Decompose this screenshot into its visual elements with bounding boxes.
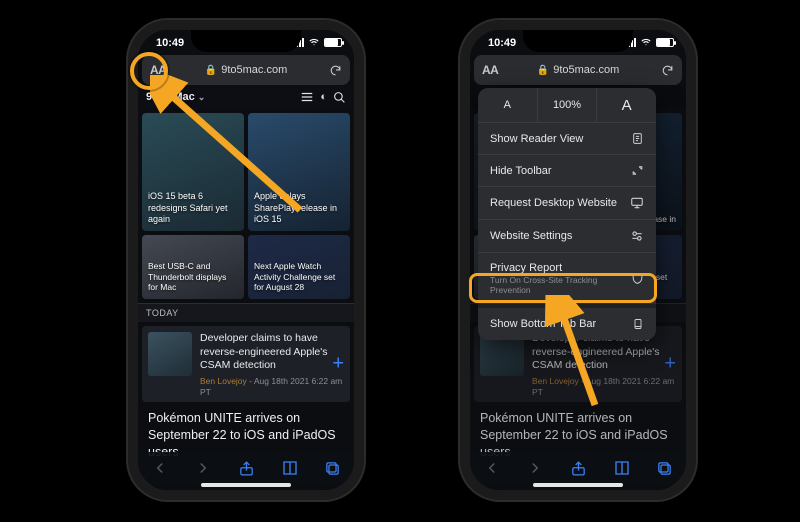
notch (191, 30, 301, 52)
reload-icon[interactable] (329, 64, 342, 77)
address-domain: 9to5mac.com (553, 64, 619, 76)
featured-tile[interactable]: Next Apple Watch Activity Challenge set … (248, 235, 350, 299)
site-logo[interactable]: 9TO5Mac ⌄ (146, 91, 205, 103)
tabs-button[interactable] (324, 460, 341, 477)
safari-toolbar (470, 452, 686, 484)
site-header: 9TO5Mac ⌄ ◐ (138, 85, 354, 109)
text-size-button[interactable]: AA (482, 63, 498, 77)
share-button[interactable] (238, 460, 255, 477)
lock-icon: 🔒 (537, 65, 549, 76)
zoom-row: A 100% A (478, 88, 656, 122)
safari-toolbar (138, 452, 354, 484)
bookmarks-button[interactable] (281, 459, 299, 477)
article-thumbnail (148, 332, 192, 376)
expand-icon (631, 164, 644, 177)
reload-icon[interactable] (661, 64, 674, 77)
article-title: Developer claims to have reverse-enginee… (200, 332, 328, 371)
phone-right: 10:49 AA 🔒 9to5mac.com (460, 20, 696, 500)
menu-item-desktop-website[interactable]: Request Desktop Website (478, 186, 656, 219)
status-time: 10:49 (156, 37, 184, 49)
theme-toggle-icon[interactable]: ◐ (320, 91, 327, 103)
tab-bar-icon (632, 317, 644, 331)
article-author: Ben Lovejoy (200, 376, 247, 386)
zoom-in-button[interactable]: A (597, 88, 656, 122)
zoom-out-button[interactable]: A (478, 88, 538, 122)
wifi-icon (640, 37, 652, 47)
annotation-circle (130, 52, 168, 90)
menu-item-reader-view[interactable]: Show Reader View (478, 122, 656, 154)
featured-tile[interactable]: iOS 15 beta 6 redesigns Safari yet again (142, 113, 244, 231)
featured-row-1: iOS 15 beta 6 redesigns Safari yet again… (138, 109, 354, 235)
phone-left: 10:49 AA 🔒 9to5mac.com 9TO5Mac (128, 20, 364, 500)
hamburger-icon[interactable] (300, 90, 314, 104)
menu-item-show-bottom-tab-bar[interactable]: Show Bottom Tab Bar (478, 304, 656, 340)
menu-item-website-settings[interactable]: Website Settings (478, 219, 656, 252)
address-bar[interactable]: AA 🔒 9to5mac.com (142, 55, 350, 85)
add-icon[interactable]: + (332, 353, 344, 376)
home-indicator[interactable] (533, 483, 623, 487)
section-divider: TODAY (138, 303, 354, 322)
menu-item-hide-toolbar[interactable]: Hide Toolbar (478, 154, 656, 186)
tabs-button[interactable] (656, 460, 673, 477)
featured-tile[interactable]: Best USB-C and Thunderbolt displays for … (142, 235, 244, 299)
battery-icon (656, 38, 674, 47)
battery-icon (324, 38, 342, 47)
forward-button[interactable] (194, 459, 212, 477)
article-card[interactable]: Developer claims to have reverse-enginee… (142, 326, 350, 402)
search-icon[interactable] (333, 91, 346, 104)
lock-icon: 🔒 (205, 65, 217, 76)
share-button[interactable] (570, 460, 587, 477)
address-bar[interactable]: AA 🔒 9to5mac.com (474, 55, 682, 85)
bookmarks-button[interactable] (613, 459, 631, 477)
annotation-rect (469, 273, 657, 303)
wifi-icon (308, 37, 320, 47)
featured-tile[interactable]: Apple delays SharePlay release in iOS 15 (248, 113, 350, 231)
status-time: 10:49 (488, 37, 516, 49)
zoom-percent: 100% (538, 88, 598, 122)
reader-icon (631, 132, 644, 145)
desktop-icon (630, 196, 644, 210)
back-button[interactable] (151, 459, 169, 477)
settings-toggle-icon (630, 229, 644, 243)
address-domain: 9to5mac.com (221, 64, 287, 76)
add-icon[interactable]: + (664, 353, 676, 376)
notch (523, 30, 633, 52)
home-indicator[interactable] (201, 483, 291, 487)
back-button[interactable] (483, 459, 501, 477)
featured-row-2: Best USB-C and Thunderbolt displays for … (138, 235, 354, 303)
forward-button[interactable] (526, 459, 544, 477)
